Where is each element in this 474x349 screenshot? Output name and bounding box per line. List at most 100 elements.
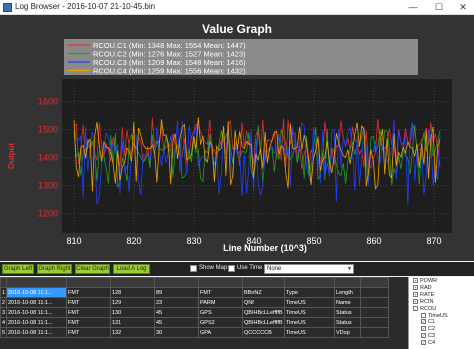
table-row[interactable]: 4 2016-10-08 11:1... FMT 131 45 GPS2 QBIHBcLLe… [0,317,389,328]
table-cell[interactable]: 132 [110,327,155,338]
checkbox-icon[interactable]: ✓ [421,319,426,325]
table-cell[interactable]: 2016-10-08 11:1... [6,297,67,308]
expander-icon[interactable]: + [413,284,418,290]
table-cell[interactable] [66,277,111,288]
table-cell[interactable] [360,327,389,338]
checkbox-icon[interactable]: ✓ [421,333,426,339]
table-cell[interactable]: 45 [154,307,199,318]
table-cell[interactable]: TimeUS [284,307,335,318]
table-cell[interactable]: 30 [154,327,199,338]
table-cell[interactable] [360,287,389,298]
tree-item[interactable]: TimeUS [421,313,448,319]
chart-svg[interactable]: Value Graph RCOU.C1 (Min: 1348 Max: 1554… [0,15,474,261]
series-select[interactable]: None ▼ [264,264,354,274]
tree-item[interactable]: + POWR [413,278,437,284]
tree-item[interactable]: - RCOU [413,306,436,312]
table-cell[interactable]: 129 [110,297,155,308]
table-cell[interactable] [284,277,335,288]
table-cell[interactable]: Name [334,297,361,308]
value-graph[interactable]: Value Graph RCOU.C1 (Min: 1348 Max: 1554… [0,15,474,261]
checkbox-icon[interactable]: ✓ [421,326,426,332]
table-cell[interactable] [154,277,199,288]
load-log-button[interactable]: Load A Log [113,264,150,274]
table-row[interactable]: 5 2016-10-08 11:1... FMT 132 30 GPA QCCCCCB Tim… [0,327,389,338]
table-cell[interactable]: GPA [198,327,243,338]
tree-item[interactable]: + RATE [413,292,434,298]
table-cell[interactable] [360,277,389,288]
table-cell[interactable]: QCCCCCB [242,327,285,338]
table-cell[interactable]: 130 [110,307,155,318]
use-time-checkbox[interactable] [228,265,235,272]
table-cell[interactable]: FMT [66,317,111,328]
tree-item[interactable]: ✓ C3 [421,333,435,339]
table-cell[interactable]: Length [334,287,361,298]
expander-icon[interactable]: + [413,278,418,284]
table-cell[interactable]: 2016-10-08 11:1... [6,307,67,318]
table-cell[interactable]: QBIHBcLLeffffB [242,307,285,318]
close-button[interactable]: ✕ [450,0,474,15]
table-cell[interactable]: Status [334,307,361,318]
table-cell[interactable]: TimeUS [284,327,335,338]
expander-icon[interactable]: + [413,298,418,304]
table-cell[interactable] [360,317,389,328]
graph-right-button[interactable]: Graph Right [37,264,72,274]
tree-item[interactable]: ✓ C2 [421,326,435,332]
clear-graph-button[interactable]: Clear Graph [75,264,110,274]
table-row[interactable]: 2 2016-10-08 11:1... FMT 129 23 PARM QNf TimeUS… [0,297,389,308]
tree-item[interactable]: ✓ C4 [421,340,435,346]
table-cell[interactable] [334,277,361,288]
y-axis-label: Output [7,143,16,170]
table-cell[interactable]: PARM [198,297,243,308]
legend[interactable]: RCOU.C1 (Min: 1348 Max: 1554 Mean: 1447)… [64,39,418,76]
show-map-label: Show Map [199,265,228,271]
table-cell[interactable]: 131 [110,317,155,328]
show-map-checkbox[interactable] [190,265,197,272]
table-row[interactable] [0,277,389,288]
tree-item[interactable]: + RCIN [413,299,433,305]
table-cell[interactable]: FMT [198,287,243,298]
checkbox-icon[interactable]: ✓ [421,340,426,346]
table-cell[interactable]: 2016-10-08 11:1... [6,287,67,298]
table-cell[interactable]: Type [284,287,335,298]
table-cell[interactable]: GPS [198,307,243,318]
table-cell[interactable]: TimeUS [284,297,335,308]
table-cell[interactable]: 89 [154,287,199,298]
minimize-button[interactable]: — [400,0,426,15]
table-cell[interactable]: FMT [66,287,111,298]
table-cell[interactable]: QBIHBcLLeffffB [242,317,285,328]
table-cell[interactable]: 128 [110,287,155,298]
table-row[interactable]: 1 2016-10-08 11:1... FMT 128 89 FMT BBnNZ Type L… [0,287,389,298]
tree-item[interactable]: + RAD [413,285,432,291]
table-cell[interactable]: VDop [334,327,361,338]
table-cell[interactable] [242,277,285,288]
table-cell[interactable]: FMT [66,307,111,318]
table-cell[interactable] [110,277,155,288]
tree-item[interactable]: ✓ C1 [421,319,435,325]
message-tree[interactable]: + POWR + RAD + RATE + RCIN - RCOU TimeUS ✓ C1 ✓ C2 ✓ C3 ✓… [408,277,474,349]
table-cell[interactable]: Status [334,317,361,328]
table-cell[interactable]: TimeUS [284,317,335,328]
table-cell[interactable]: BBnNZ [242,287,285,298]
table-cell[interactable]: 2016-10-08 11:1... [6,317,67,328]
table-row[interactable]: 3 2016-10-08 11:1... FMT 130 45 GPS QBIHBcLLef… [0,307,389,318]
table-cell[interactable]: 2016-10-08 11:1... [6,327,67,338]
table-cell[interactable]: GPS2 [198,317,243,328]
table-cell[interactable]: FMT [66,297,111,308]
expander-icon[interactable] [421,312,426,318]
table-cell[interactable] [198,277,243,288]
table-cell[interactable]: FMT [66,327,111,338]
table-cell[interactable] [360,307,389,318]
log-table[interactable]: 1 2016-10-08 11:1... FMT 128 89 FMT BBnNZ Type L… [0,277,408,349]
y-tick-label: 1300 [38,180,58,190]
maximize-button[interactable]: ☐ [426,0,452,15]
expander-icon[interactable]: + [413,291,418,297]
table-cell[interactable] [360,297,389,308]
graph-left-button[interactable]: Graph Left [2,264,34,274]
table-cell[interactable]: 23 [154,297,199,308]
expander-icon[interactable]: - [413,305,418,311]
table-cell[interactable]: 45 [154,317,199,328]
window-title: Log Browser - 2016-10-07 21-10-45.bin [15,2,156,11]
table-cell[interactable] [6,277,67,288]
table-cell[interactable]: QNf [242,297,285,308]
x-tick-label: 820 [126,236,141,246]
